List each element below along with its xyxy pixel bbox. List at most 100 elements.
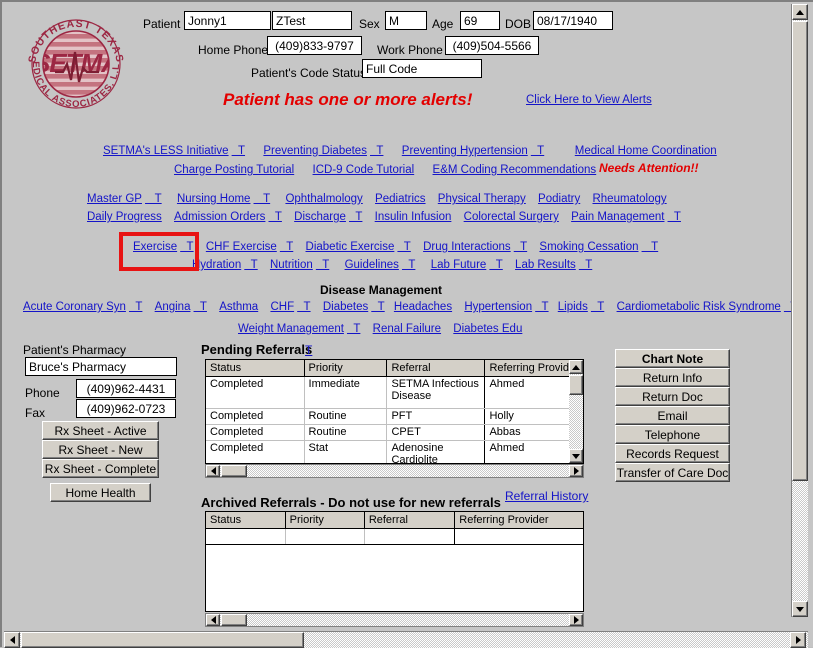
nav-link-preventing-hypertension[interactable]: Preventing Hypertension xyxy=(402,145,528,157)
nav-link-lab-future[interactable]: Lab Future xyxy=(431,259,487,271)
window-vscroll-thumb[interactable] xyxy=(792,21,808,481)
nav-t-diabetic-exercise[interactable]: T xyxy=(397,241,411,253)
window-scroll-left-button[interactable] xyxy=(4,632,20,648)
nav-t-discharge[interactable]: T xyxy=(349,211,362,223)
dm-link-lipids[interactable]: Lipids xyxy=(558,301,588,313)
nav-link-setma-less-initiative[interactable]: SETMA's LESS Initiative xyxy=(103,145,229,157)
dm-t-diabetes[interactable]: T xyxy=(371,301,385,313)
nav-t-smoking-cessation[interactable]: T xyxy=(642,241,658,253)
chart-note-button[interactable]: Chart Note xyxy=(615,349,730,368)
archived-scroll-left-button[interactable] xyxy=(206,614,220,626)
return-info-button[interactable]: Return Info xyxy=(615,368,730,387)
dm-t-hypertension[interactable]: T xyxy=(535,301,549,313)
nav-t-lab-results[interactable]: T xyxy=(579,259,592,271)
view-alerts-link[interactable]: Click Here to View Alerts xyxy=(526,94,652,106)
pending-referrals-vscroll-thumb[interactable] xyxy=(569,375,583,395)
dm-link-cardiometabolic-risk-syndrome[interactable]: Cardiometabolic Risk Syndrome xyxy=(617,301,781,313)
records-request-button[interactable]: Records Request xyxy=(615,444,730,463)
sex-field[interactable]: M xyxy=(385,11,427,30)
pending-referrals-scroll-down-button[interactable] xyxy=(569,449,583,463)
dm-link-asthma[interactable]: Asthma xyxy=(219,301,258,313)
column-header-status[interactable]: Status xyxy=(206,512,286,529)
transfer-of-care-doc-button[interactable]: Transfer of Care Doc xyxy=(615,463,730,482)
nav-link-physical-therapy[interactable]: Physical Therapy xyxy=(438,193,526,205)
archived-scroll-right-button[interactable] xyxy=(569,614,583,626)
dm-t-lipids[interactable]: T xyxy=(591,301,604,313)
pharmacy-fax-field[interactable]: (409)962-0723 xyxy=(76,399,176,418)
pending-referrals-hscroll-thumb[interactable] xyxy=(221,465,247,477)
nav-link-ophthalmology[interactable]: Ophthalmology xyxy=(285,193,362,205)
window-scroll-up-button[interactable] xyxy=(792,4,808,20)
nav-t-admission-orders[interactable]: T xyxy=(268,211,282,223)
email-button[interactable]: Email xyxy=(615,406,730,425)
return-doc-button[interactable]: Return Doc xyxy=(615,387,730,406)
nav-link-charge-posting-tutorial[interactable]: Charge Posting Tutorial xyxy=(174,164,294,176)
pharmacy-name-field[interactable]: Bruce's Pharmacy xyxy=(25,357,177,376)
window-hscrollbar[interactable] xyxy=(4,631,808,648)
column-header-status[interactable]: Status xyxy=(206,360,305,377)
patient-first-name-field[interactable]: Jonny1 xyxy=(184,11,271,30)
nav-link-rheumatology[interactable]: Rheumatology xyxy=(592,193,666,205)
nav-link-nursing-home[interactable]: Nursing Home xyxy=(177,193,251,205)
table-row[interactable]: Completed Routine PFT Holly xyxy=(206,408,583,425)
nav-t-guidelines[interactable]: T xyxy=(402,259,415,271)
nav-t-hydration[interactable]: T xyxy=(244,259,258,271)
nav-t-drug-interactions[interactable]: T xyxy=(514,241,527,253)
dm-link-renal-failure[interactable]: Renal Failure xyxy=(373,323,441,335)
nav-t-pain-management[interactable]: T xyxy=(668,211,681,223)
nav-link-pain-management[interactable]: Pain Management xyxy=(571,211,664,223)
table-row[interactable]: Completed Routine CPET Abbas xyxy=(206,424,583,441)
nav-link-master-gp[interactable]: Master GP xyxy=(87,193,142,205)
dm-t-weight-management[interactable]: T xyxy=(347,323,360,335)
nav-link-colorectal-surgery[interactable]: Colorectal Surgery xyxy=(464,211,559,223)
column-header-referral[interactable]: Referral xyxy=(364,512,456,529)
rx-sheet-complete-button[interactable]: Rx Sheet - Complete xyxy=(42,459,159,478)
window-hscroll-thumb[interactable] xyxy=(21,632,304,648)
nav-link-chf-exercise[interactable]: CHF Exercise xyxy=(206,241,277,253)
nav-link-pediatrics[interactable]: Pediatrics xyxy=(375,193,426,205)
nav-t-nursing-home[interactable]: T xyxy=(254,193,270,205)
nav-link-guidelines[interactable]: Guidelines xyxy=(345,259,399,271)
nav-link-lab-results[interactable]: Lab Results xyxy=(515,259,576,271)
dob-field[interactable]: 08/17/1940 xyxy=(533,11,613,30)
nav-link-daily-progress[interactable]: Daily Progress xyxy=(87,211,162,223)
window-scroll-right-button[interactable] xyxy=(790,632,806,648)
dm-link-hypertension[interactable]: Hypertension xyxy=(464,301,532,313)
rx-sheet-new-button[interactable]: Rx Sheet - New xyxy=(42,440,159,459)
pending-referrals-vscrollbar[interactable] xyxy=(569,360,583,463)
patient-last-name-field[interactable]: ZTest xyxy=(272,11,352,30)
nav-link-diabetic-exercise[interactable]: Diabetic Exercise xyxy=(306,241,395,253)
nav-t-preventing-diabetes[interactable]: T xyxy=(370,145,383,157)
window-vscrollbar[interactable] xyxy=(791,4,808,617)
table-row[interactable]: Completed Immediate SETMA Infectious Dis… xyxy=(206,376,583,409)
column-header-referral[interactable]: Referral xyxy=(386,360,486,377)
nav-link-podiatry[interactable]: Podiatry xyxy=(538,193,580,205)
dm-t-chf[interactable]: T xyxy=(297,301,311,313)
dm-link-weight-management[interactable]: Weight Management xyxy=(238,323,344,335)
nav-link-admission-orders[interactable]: Admission Orders xyxy=(174,211,265,223)
nav-link-discharge[interactable]: Discharge xyxy=(294,211,346,223)
nav-t-chf-exercise[interactable]: T xyxy=(280,241,293,253)
dm-link-diabetes[interactable]: Diabetes xyxy=(323,301,368,313)
column-header-referring-provider[interactable]: Referring Provider xyxy=(454,512,583,529)
age-field[interactable]: 69 xyxy=(460,11,500,30)
dm-link-headaches[interactable]: Headaches xyxy=(394,301,452,313)
window-scroll-down-button[interactable] xyxy=(792,601,808,617)
nav-t-setma-less-initiative[interactable]: T xyxy=(232,145,245,157)
code-status-field[interactable]: Full Code xyxy=(362,59,482,78)
nav-link-preventing-diabetes[interactable]: Preventing Diabetes xyxy=(263,145,367,157)
telephone-button[interactable]: Telephone xyxy=(615,425,730,444)
pharmacy-phone-field[interactable]: (409)962-4431 xyxy=(76,379,176,398)
home-health-button[interactable]: Home Health xyxy=(50,483,151,502)
pending-referrals-grid[interactable]: Status Priority Referral Referring Provi… xyxy=(205,359,584,464)
pending-referrals-scroll-left-button[interactable] xyxy=(206,465,220,477)
archived-referrals-grid[interactable]: Status Priority Referral Referring Provi… xyxy=(205,511,584,612)
nav-t-lab-future[interactable]: T xyxy=(489,259,503,271)
nav-link-em-coding-recommendations[interactable]: E&M Coding Recommendations xyxy=(433,164,597,176)
pending-referrals-hscrollbar[interactable] xyxy=(205,464,584,478)
column-header-priority[interactable]: Priority xyxy=(304,360,388,377)
nav-t-exercise[interactable]: T xyxy=(180,241,194,253)
nav-link-smoking-cessation[interactable]: Smoking Cessation xyxy=(539,241,638,253)
dm-link-chf[interactable]: CHF xyxy=(270,301,294,313)
dm-t-acute-coronary-syn[interactable]: T xyxy=(129,301,142,313)
